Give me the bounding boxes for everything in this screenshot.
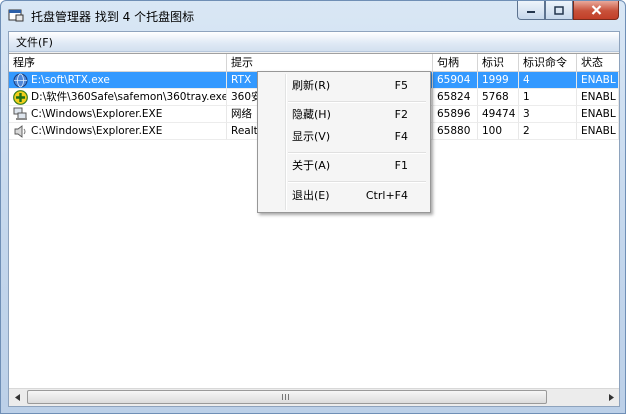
- menu-item-hide[interactable]: 隐藏(H) F2: [260, 104, 428, 126]
- cell-id: 49474: [478, 106, 519, 123]
- menu-item-shortcut: F5: [394, 79, 408, 92]
- menu-item-about[interactable]: 关于(A) F1: [260, 155, 428, 177]
- context-menu: 刷新(R) F5 隐藏(H) F2 显示(V) F4 关于(A) F1 退出(E…: [257, 71, 431, 213]
- menu-file[interactable]: 文件(F): [16, 34, 53, 50]
- menu-item-refresh[interactable]: 刷新(R) F5: [260, 75, 428, 97]
- menu-item-label: 退出(E): [292, 189, 330, 202]
- rtx-globe-icon: [13, 73, 28, 88]
- column-header-id[interactable]: 标识: [478, 54, 519, 71]
- menu-item-exit[interactable]: 退出(E) Ctrl+F4: [260, 185, 428, 207]
- maximize-button[interactable]: [545, 1, 573, 20]
- cell-program: E:\soft\RTX.exe: [9, 72, 227, 89]
- tray-manager-app-icon: [8, 9, 24, 22]
- column-header-id-command[interactable]: 标识命令: [519, 54, 577, 71]
- cell-program: C:\Windows\Explorer.EXE: [9, 123, 227, 140]
- cell-program: C:\Windows\Explorer.EXE: [9, 106, 227, 123]
- cell-id-command: 3: [519, 106, 577, 123]
- cell-status: ENABL: [577, 106, 619, 123]
- cell-handle: 65824: [433, 89, 478, 106]
- menu-item-show[interactable]: 显示(V) F4: [260, 126, 428, 148]
- cell-id-command: 1: [519, 89, 577, 106]
- minimize-button[interactable]: [517, 1, 545, 20]
- menu-item-label: 刷新(R): [292, 79, 331, 92]
- column-header-tip[interactable]: 提示: [227, 54, 433, 71]
- menu-item-label: 显示(V): [292, 130, 331, 143]
- arrow-left-icon: [14, 394, 20, 401]
- cell-status: ENABL: [577, 89, 619, 106]
- list-header: 程序 提示 句柄 标识 标识命令 状态: [9, 54, 619, 72]
- menu-item-shortcut: F1: [394, 159, 408, 172]
- horizontal-scrollbar[interactable]: [9, 388, 619, 406]
- scroll-right-button[interactable]: [602, 389, 619, 406]
- caption-buttons: [517, 1, 619, 21]
- program-path: E:\soft\RTX.exe: [31, 74, 110, 86]
- cell-program: D:\软件\360Safe\safemon\360tray.exe: [9, 89, 227, 106]
- cell-handle: 65904: [433, 72, 478, 89]
- cell-handle: 65896: [433, 106, 478, 123]
- cell-handle: 65880: [433, 123, 478, 140]
- menu-separator: [288, 101, 426, 103]
- program-path: C:\Windows\Explorer.EXE: [31, 125, 163, 137]
- grip-icon: [282, 394, 290, 400]
- cell-id: 100: [478, 123, 519, 140]
- cell-id-command: 4: [519, 72, 577, 89]
- scroll-thumb[interactable]: [27, 390, 547, 404]
- menu-item-label: 隐藏(H): [292, 108, 331, 121]
- program-path: C:\Windows\Explorer.EXE: [31, 108, 163, 120]
- scroll-left-button[interactable]: [9, 389, 26, 406]
- cell-id-command: 2: [519, 123, 577, 140]
- close-button[interactable]: [573, 1, 619, 20]
- menu-item-shortcut: Ctrl+F4: [365, 189, 408, 202]
- menu-separator: [288, 152, 426, 154]
- cell-id: 5768: [478, 89, 519, 106]
- arrow-right-icon: [608, 394, 614, 401]
- window-title: 托盘管理器 找到 4 个托盘图标: [31, 10, 195, 24]
- cell-id: 1999: [478, 72, 519, 89]
- menu-item-shortcut: F2: [394, 108, 408, 121]
- menu-bar: 文件(F): [9, 32, 619, 52]
- maximize-icon: [554, 5, 564, 15]
- minimize-icon: [527, 11, 535, 13]
- program-path: D:\软件\360Safe\safemon\360tray.exe: [31, 91, 227, 103]
- title-bar[interactable]: 托盘管理器 找到 4 个托盘图标: [1, 1, 625, 29]
- column-header-handle[interactable]: 句柄: [433, 54, 478, 71]
- cell-status: ENABL: [577, 123, 619, 140]
- speaker-icon: [14, 125, 26, 138]
- column-header-status[interactable]: 状态: [577, 54, 619, 71]
- menu-item-label: 关于(A): [292, 159, 331, 172]
- close-icon: [591, 5, 601, 15]
- network-icon: [13, 107, 27, 120]
- menu-separator: [288, 181, 426, 183]
- column-header-program[interactable]: 程序: [9, 54, 227, 71]
- cell-status: ENABL: [577, 72, 619, 89]
- menu-item-shortcut: F4: [394, 130, 408, 143]
- 360-safe-icon: [13, 90, 28, 105]
